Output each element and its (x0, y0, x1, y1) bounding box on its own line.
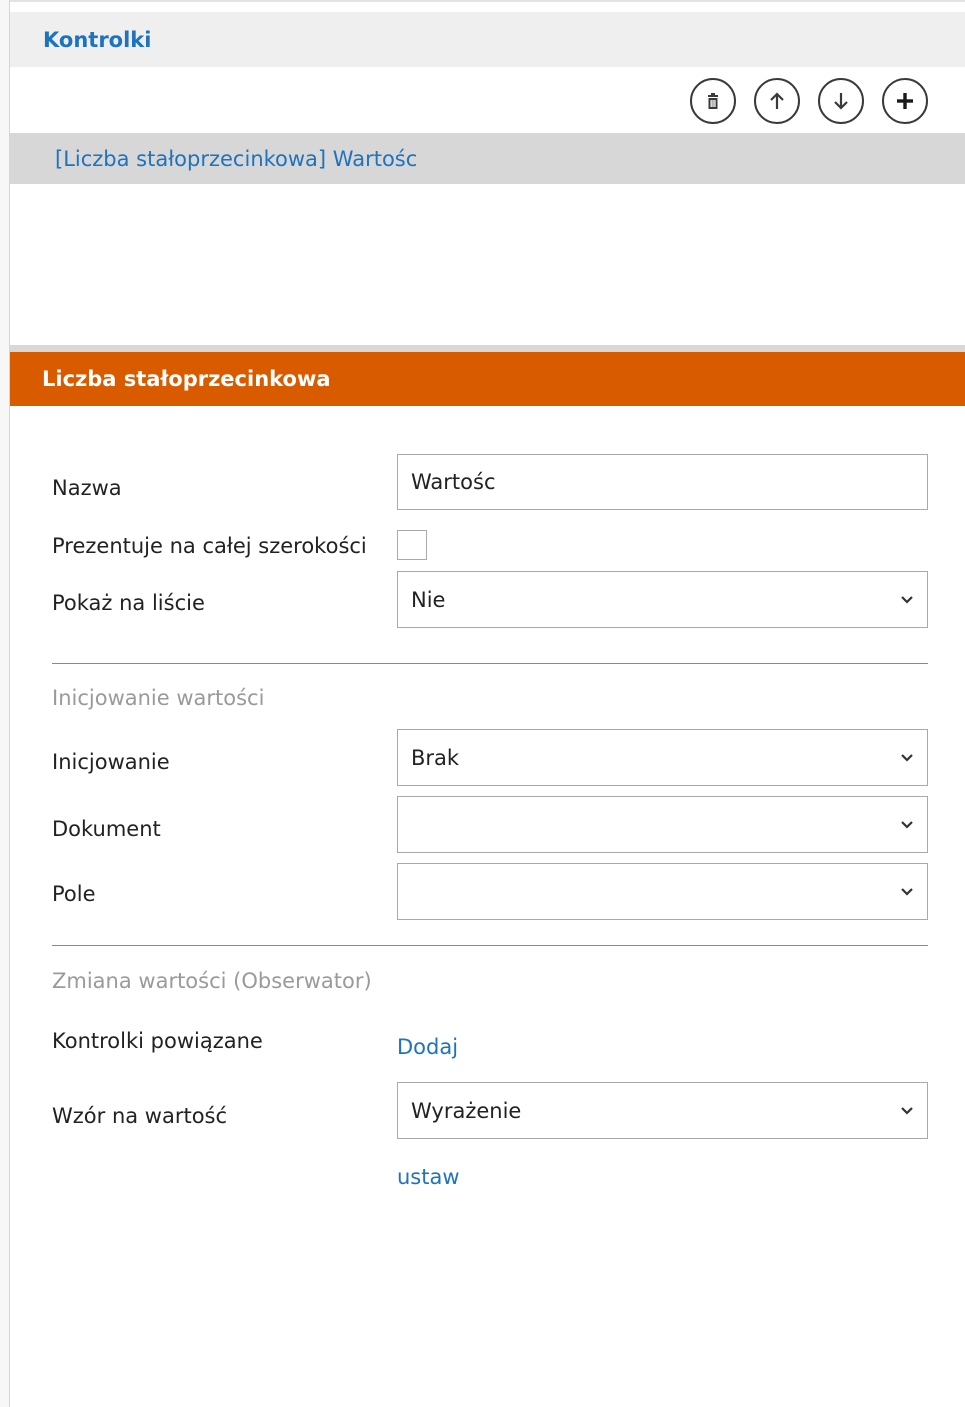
show-on-list-value: Nie (411, 587, 446, 612)
controls-panel-header: Kontrolki (10, 12, 965, 67)
panel-title: Kontrolki (43, 28, 152, 52)
chevron-down-icon (901, 887, 913, 896)
move-up-button[interactable] (754, 78, 800, 124)
full-width-checkbox[interactable] (397, 530, 427, 560)
related-controls-label: Kontrolki powiązane (52, 1029, 263, 1053)
add-related-link[interactable]: Dodaj (397, 1035, 458, 1059)
field-select[interactable] (397, 863, 928, 920)
show-on-list-label: Pokaż na liście (52, 591, 205, 615)
divider (52, 945, 928, 946)
document-select[interactable] (397, 796, 928, 853)
left-border (0, 0, 10, 1407)
chevron-down-icon (901, 595, 913, 604)
init-select[interactable]: Brak (397, 729, 928, 786)
trash-icon (708, 93, 718, 109)
move-down-button[interactable] (818, 78, 864, 124)
chevron-down-icon (901, 753, 913, 762)
section-header: Liczba stałoprzecinkowa (10, 352, 965, 406)
section-title: Liczba stałoprzecinkowa (42, 367, 331, 391)
formula-select[interactable]: Wyrażenie (397, 1082, 928, 1139)
init-value: Brak (411, 745, 460, 770)
add-button[interactable] (882, 78, 928, 124)
delete-button[interactable] (690, 78, 736, 124)
panel-separator (10, 345, 965, 352)
document-label: Dokument (52, 817, 161, 841)
controls-toolbar (690, 78, 928, 124)
list-item-label: [Liczba stałoprzecinkowa] Wartośc (55, 146, 418, 171)
formula-label: Wzór na wartość (52, 1104, 228, 1128)
arrow-down-icon (834, 93, 848, 110)
divider (52, 663, 928, 664)
name-input[interactable]: Wartośc (397, 454, 928, 510)
observer-section-label: Zmiana wartości (Obserwator) (52, 969, 372, 993)
chevron-down-icon (901, 820, 913, 829)
set-formula-link[interactable]: ustaw (397, 1165, 460, 1189)
controls-list: [Liczba stałoprzecinkowa] Wartośc (10, 133, 965, 343)
init-section-label: Inicjowanie wartości (52, 686, 265, 710)
show-on-list-select[interactable]: Nie (397, 571, 928, 628)
top-divider (10, 0, 965, 10)
full-width-label: Prezentuje na całej szerokości (52, 534, 367, 558)
name-label: Nazwa (52, 476, 122, 500)
arrow-up-icon (770, 92, 784, 109)
init-label: Inicjowanie (52, 750, 170, 774)
name-input-value: Wartośc (411, 470, 496, 494)
formula-value: Wyrażenie (411, 1098, 522, 1123)
chevron-down-icon (901, 1106, 913, 1115)
plus-icon (897, 93, 913, 109)
list-item[interactable]: [Liczba stałoprzecinkowa] Wartośc (10, 133, 965, 184)
field-label: Pole (52, 882, 96, 906)
